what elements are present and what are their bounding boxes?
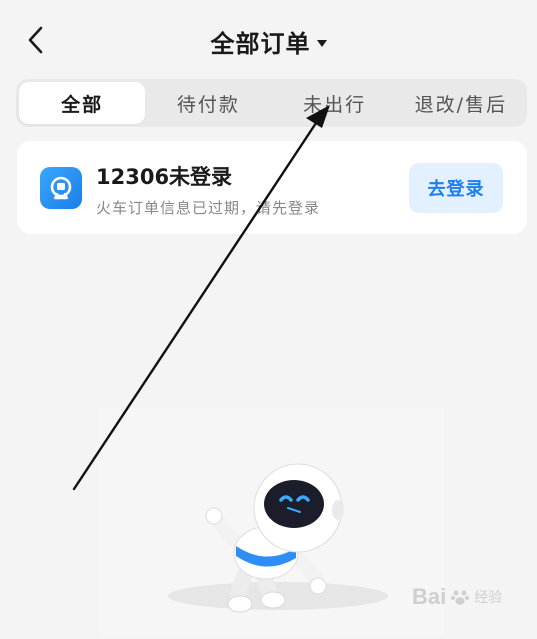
watermark: Bai 经验 (412, 577, 522, 617)
tab-not-traveled[interactable]: 未出行 (272, 82, 398, 124)
robot-mascot-icon (168, 463, 388, 613)
login-card: 12306未登录 火车订单信息已过期，请先登录 去登录 (17, 141, 527, 234)
railway-12306-icon (40, 167, 82, 209)
order-tabs: 全部 待付款 未出行 退改/售后 (16, 79, 527, 127)
paw-icon (451, 590, 470, 605)
login-card-title: 12306未登录 (96, 165, 233, 189)
tab-refund-aftersale[interactable]: 退改/售后 (398, 82, 524, 124)
watermark-text: Bai (412, 584, 447, 609)
caret-down-icon (316, 40, 327, 47)
login-card-subtitle: 火车订单信息已过期，请先登录 (96, 199, 321, 217)
page-title: 全部订单 (210, 30, 311, 58)
title-dropdown[interactable]: 全部订单 (0, 24, 537, 59)
header-bar: 全部订单 (0, 0, 537, 80)
tab-all[interactable]: 全部 (19, 82, 146, 124)
login-button[interactable]: 去登录 (409, 163, 503, 213)
empty-state-illustration (98, 408, 444, 635)
watermark-suffix: 经验 (474, 589, 503, 605)
tab-pending-payment[interactable]: 待付款 (145, 82, 271, 124)
